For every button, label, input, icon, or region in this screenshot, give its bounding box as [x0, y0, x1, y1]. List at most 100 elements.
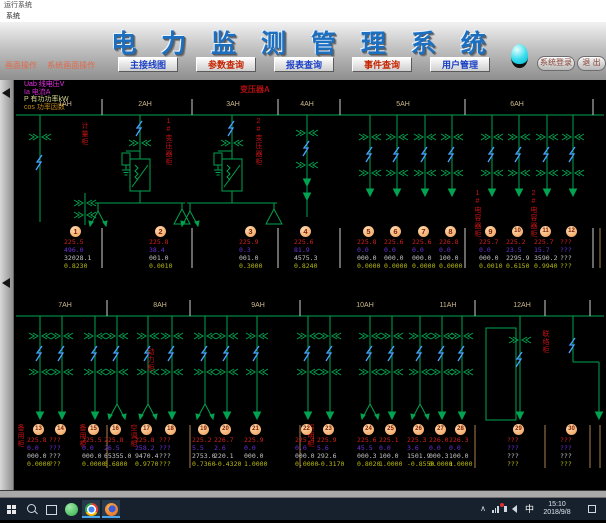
measurement-index-badge: 1 [70, 226, 81, 237]
window-bottom-edge [0, 490, 606, 498]
measurement-index-badge: 18 [165, 424, 176, 435]
single-line-diagram-area: Uab 线电压VIa 电流AP 有功功率kWcos 功率因数 变压器A 1AH2… [14, 80, 606, 490]
voltage-value: 225.8 [104, 436, 138, 444]
bay-header-7AH: 7AH [58, 302, 72, 309]
power-value: 4575.3 [294, 254, 328, 262]
taskbar-clock[interactable]: 15:10 2018/9/8 [536, 498, 578, 523]
measurement-index-badge: 26 [413, 424, 424, 435]
measurement-index-badge: 4 [300, 226, 311, 237]
feeder-label-0-1: 1#变压器柜 [164, 118, 172, 166]
feeder-label-0-0: 计量柜 [80, 122, 88, 146]
power-value: 32028.1 [64, 254, 98, 262]
network-icon[interactable] [492, 498, 502, 520]
taskbar-app-green-icon[interactable] [62, 500, 80, 518]
legend-line-1: Uab 线电压V [24, 81, 69, 89]
current-value: 0.0 [439, 246, 473, 254]
pf-value: ??? [49, 460, 83, 468]
measurement-index-badge: 27 [435, 424, 446, 435]
bay-header-4AH: 4AH [300, 101, 314, 108]
current-value: ??? [49, 444, 83, 452]
taskbar-app-chrome-icon[interactable] [82, 500, 100, 518]
pf-value: ??? [159, 460, 193, 468]
measurement-group-18: 18???????????? [159, 424, 193, 468]
task-view-icon[interactable] [42, 500, 60, 518]
nav-button-2[interactable]: 参数查询 [196, 57, 256, 72]
power-value: ??? [507, 452, 541, 460]
current-value: ??? [159, 444, 193, 452]
nav-button-1[interactable]: 主接线图 [118, 57, 178, 72]
measurement-group-30: 30???????????? [560, 424, 594, 468]
bay-header-8AH: 8AH [153, 302, 167, 309]
app-header: 电 力 监 测 管 理 系 统 画面操作 系统画面操作 主接线图参数查询报表查询… [0, 22, 606, 81]
pf-value: 0.6800 [104, 460, 138, 468]
feeder-label-1-5: 联络柜 [541, 330, 549, 354]
exit-button[interactable]: 退 出 [577, 56, 606, 71]
bay-header-1AH: 1AH [58, 101, 72, 108]
taskbar-app-browser-icon[interactable] [102, 500, 120, 518]
power-value: ??? [560, 452, 594, 460]
bay-header-5AH: 5AH [396, 101, 410, 108]
tray-expand-chevron-icon[interactable]: ∧ [480, 498, 486, 520]
measurement-index-badge: 16 [110, 424, 121, 435]
nav-button-5[interactable]: 用户管理 [430, 57, 490, 72]
voltage-value: 225.5 [64, 238, 98, 246]
current-value: 81.9 [294, 246, 328, 254]
current-value: ??? [560, 444, 594, 452]
subtext-system-ops: 系统画面操作 [47, 61, 95, 70]
voltage-value: 226.7 [214, 436, 248, 444]
current-value: 2.6 [214, 444, 248, 452]
power-value: ??? [159, 452, 193, 460]
voltage-value: 226.3 [449, 436, 483, 444]
voltage-value: 225.9 [317, 436, 351, 444]
ime-indicator[interactable]: 中 [525, 498, 534, 520]
measurement-group-29: 29???????????? [507, 424, 541, 468]
subtext-screen-ops: 画面操作 [5, 61, 37, 70]
power-value: 100.0 [449, 452, 483, 460]
measurement-index-badge: 20 [220, 424, 231, 435]
measurement-group-1: 1225.5496.032028.10.8230 [64, 226, 98, 270]
header-subtext: 画面操作 系统画面操作 [5, 60, 103, 71]
pf-value: -0.4320 [214, 460, 248, 468]
bay-header-11AH: 11AH [440, 302, 457, 309]
measurement-index-badge: 24 [363, 424, 374, 435]
search-icon[interactable] [23, 500, 41, 518]
power-value: 220.1 [214, 452, 248, 460]
measurement-group-4: 4225.681.94575.30.8240 [294, 226, 328, 270]
bay-header-12AH: 12AH [513, 302, 531, 309]
login-button[interactable]: 系统登录 [537, 56, 575, 71]
scroll-left-arrow-mid-icon[interactable] [2, 278, 10, 288]
measurement-index-badge: 2 [155, 226, 166, 237]
volume-icon[interactable] [506, 498, 518, 520]
measurement-group-21: 21225.90.0000.01.0000 [244, 424, 278, 468]
droplet-icon [511, 44, 528, 68]
measurement-group-3: 3225.90.3001.00.3000 [239, 226, 273, 270]
scroll-left-arrow-top-icon[interactable] [2, 88, 10, 98]
measurement-index-badge: 22 [301, 424, 312, 435]
pf-value: 0.8240 [294, 262, 328, 270]
pf-value: ??? [560, 460, 594, 468]
measurement-index-badge: 21 [250, 424, 261, 435]
current-value: 38.4 [149, 246, 183, 254]
clock-time: 15:10 [536, 501, 578, 509]
bay-header-2AH: 2AH [138, 101, 152, 108]
start-button[interactable] [3, 500, 21, 518]
current-value: ??? [560, 246, 594, 254]
measurement-group-20: 20226.72.6220.1-0.4320 [214, 424, 248, 468]
pf-value: 1.0000 [449, 460, 483, 468]
nav-button-3[interactable]: 报表查询 [274, 57, 334, 72]
pf-value: 0.3000 [239, 262, 273, 270]
notification-center-icon[interactable] [588, 498, 598, 520]
measurement-index-badge: 29 [513, 424, 524, 435]
voltage-value: ??? [507, 436, 541, 444]
current-value: 0.3 [239, 246, 273, 254]
nav-button-4[interactable]: 事件查询 [352, 57, 412, 72]
measurement-index-badge: 30 [566, 424, 577, 435]
voltage-value: 225.8 [149, 238, 183, 246]
measurement-index-badge: 13 [33, 424, 44, 435]
measurement-index-badge: 10 [512, 226, 523, 237]
menu-system[interactable]: 系统 [0, 11, 606, 22]
pf-value: 0.0000 [439, 262, 473, 270]
left-scroll-strip[interactable] [0, 80, 14, 490]
measurement-index-badge: 6 [390, 226, 401, 237]
pf-value: ??? [560, 262, 594, 270]
